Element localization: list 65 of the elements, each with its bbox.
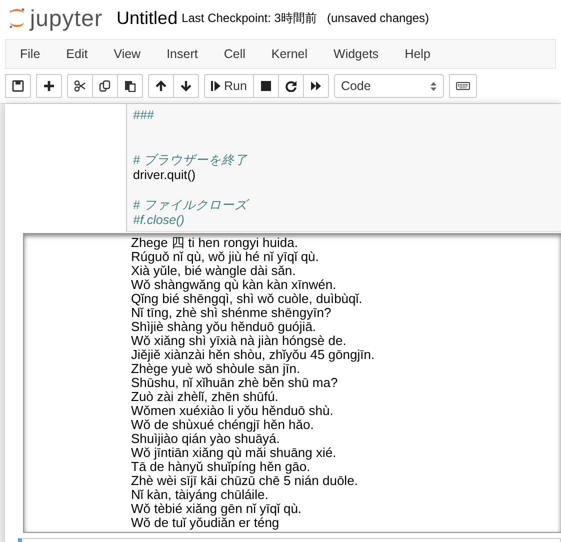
output-line: Shìjiè shàng yǒu hěnduō guójiā. [131, 320, 316, 334]
output-line: Zhè wèi sījī kāi chūzū chē 5 nián duōle. [131, 474, 359, 488]
output-line: Wǒ xiǎng shì yīxià nà jiàn hóngsè de. [131, 334, 348, 348]
menu-item[interactable]: Insert [166, 47, 198, 61]
output-line: Nǐ tīng, zhè shì shénme shēngyīn? [131, 306, 332, 320]
output-line: Wǒ de tuǐ yǒudiǎn er téng [131, 516, 280, 530]
code-line: driver.quit() [133, 168, 197, 183]
output-line: Wǒ shàngwǎng qù kàn kàn xīnwén. [131, 278, 338, 292]
fast-forward-icon [310, 80, 322, 92]
notebook-title[interactable]: Untitled [116, 8, 178, 28]
output-line: Xià yǔle, bié wàngle dài sǎn. [131, 264, 296, 278]
copy-icon [99, 80, 111, 92]
arrow-down-icon [180, 80, 192, 92]
output-line: Shūshu, nǐ xǐhuān zhè běn shū ma? [131, 376, 339, 390]
menu-item[interactable]: Cell [224, 47, 246, 61]
unsaved-status: (unsaved changes) [326, 11, 430, 25]
code-comment: # ブラウザーを終了 [133, 153, 248, 168]
arrow-down-button[interactable] [173, 74, 199, 98]
output-line: Nǐ kàn, tàiyáng chūláile. [131, 488, 270, 502]
code-comment: ### [133, 108, 155, 123]
output-line: Rúguǒ nǐ qù, wǒ jiù hé nǐ yīqǐ qù. [131, 250, 320, 264]
output-line: Wǒmen xuéxiào li yǒu hěnduō shù. [131, 404, 334, 418]
arrow-up-button[interactable] [148, 74, 174, 98]
output-line: Wǒ tèbié xiǎng gēn nǐ yīqǐ qù. [131, 502, 303, 516]
floppy-disk-button[interactable] [5, 74, 31, 98]
stop-icon [260, 80, 272, 92]
output-line: Jiějiě xiànzài hěn shòu, zhǐyǒu 45 gōngjīn. [131, 348, 376, 362]
code-comment: # ファイルクローズ [133, 198, 250, 213]
copy-button[interactable] [92, 74, 118, 98]
output-line: Tā de hànyǔ shuǐpíng hěn gāo. [131, 460, 310, 474]
step-icon [211, 80, 221, 92]
restart-button[interactable] [278, 74, 304, 98]
plus-button[interactable] [36, 74, 62, 98]
clipboard-button[interactable] [117, 74, 143, 98]
output-line: Wǒ jīntiān xiǎng qù mǎi shuāng xié. [131, 446, 338, 460]
menu-item[interactable]: Kernel [271, 47, 308, 61]
keyboard-button[interactable] [448, 74, 477, 98]
stop-button[interactable] [252, 74, 279, 98]
output-line: Qǐng bié shēngqì, shì wǒ cuòle, duìbùqǐ. [131, 292, 364, 306]
fast-forward-button[interactable] [302, 74, 329, 98]
updown-caret-icon [430, 80, 437, 92]
output-line: Zhège yuè wǒ shòule sān jīn. [131, 362, 300, 376]
output-line: Zuò zài zhèlǐ, zhēn shūfú. [131, 390, 280, 404]
scissors-icon [74, 80, 86, 92]
logo-wordmark: jupyter [30, 4, 103, 32]
output-line: Wǒ de shùxué chéngjī hěn hǎo. [131, 418, 315, 432]
checkpoint-text: Last Checkpoint: 3時間前 [182, 10, 317, 26]
cell-type-dropdown[interactable]: Code [334, 74, 444, 98]
run-button[interactable]: Run [204, 74, 254, 98]
menu-item[interactable]: View [114, 47, 141, 61]
menu-item[interactable]: File [20, 47, 40, 61]
output-line: Zhege 四 ti hen rongyi huida. [131, 236, 299, 250]
menu-item[interactable]: Help [404, 47, 430, 61]
output-line: Shuìjiào qián yào shuāyá. [131, 432, 281, 446]
code-editor[interactable]: ### # ブラウザーを終了 driver.quit() # ファイルクローズ #f.close() [126, 104, 561, 232]
scissors-button[interactable] [67, 74, 93, 98]
jupyter-logo-icon [8, 7, 26, 29]
menu-item[interactable]: Widgets [334, 47, 379, 61]
arrow-up-icon [155, 80, 167, 92]
restart-icon [284, 80, 297, 92]
menu-item[interactable]: Edit [66, 47, 88, 61]
clipboard-icon [124, 80, 136, 92]
code-comment: #f.close() [133, 213, 186, 228]
plus-icon [43, 80, 55, 92]
keyboard-icon [456, 80, 470, 92]
